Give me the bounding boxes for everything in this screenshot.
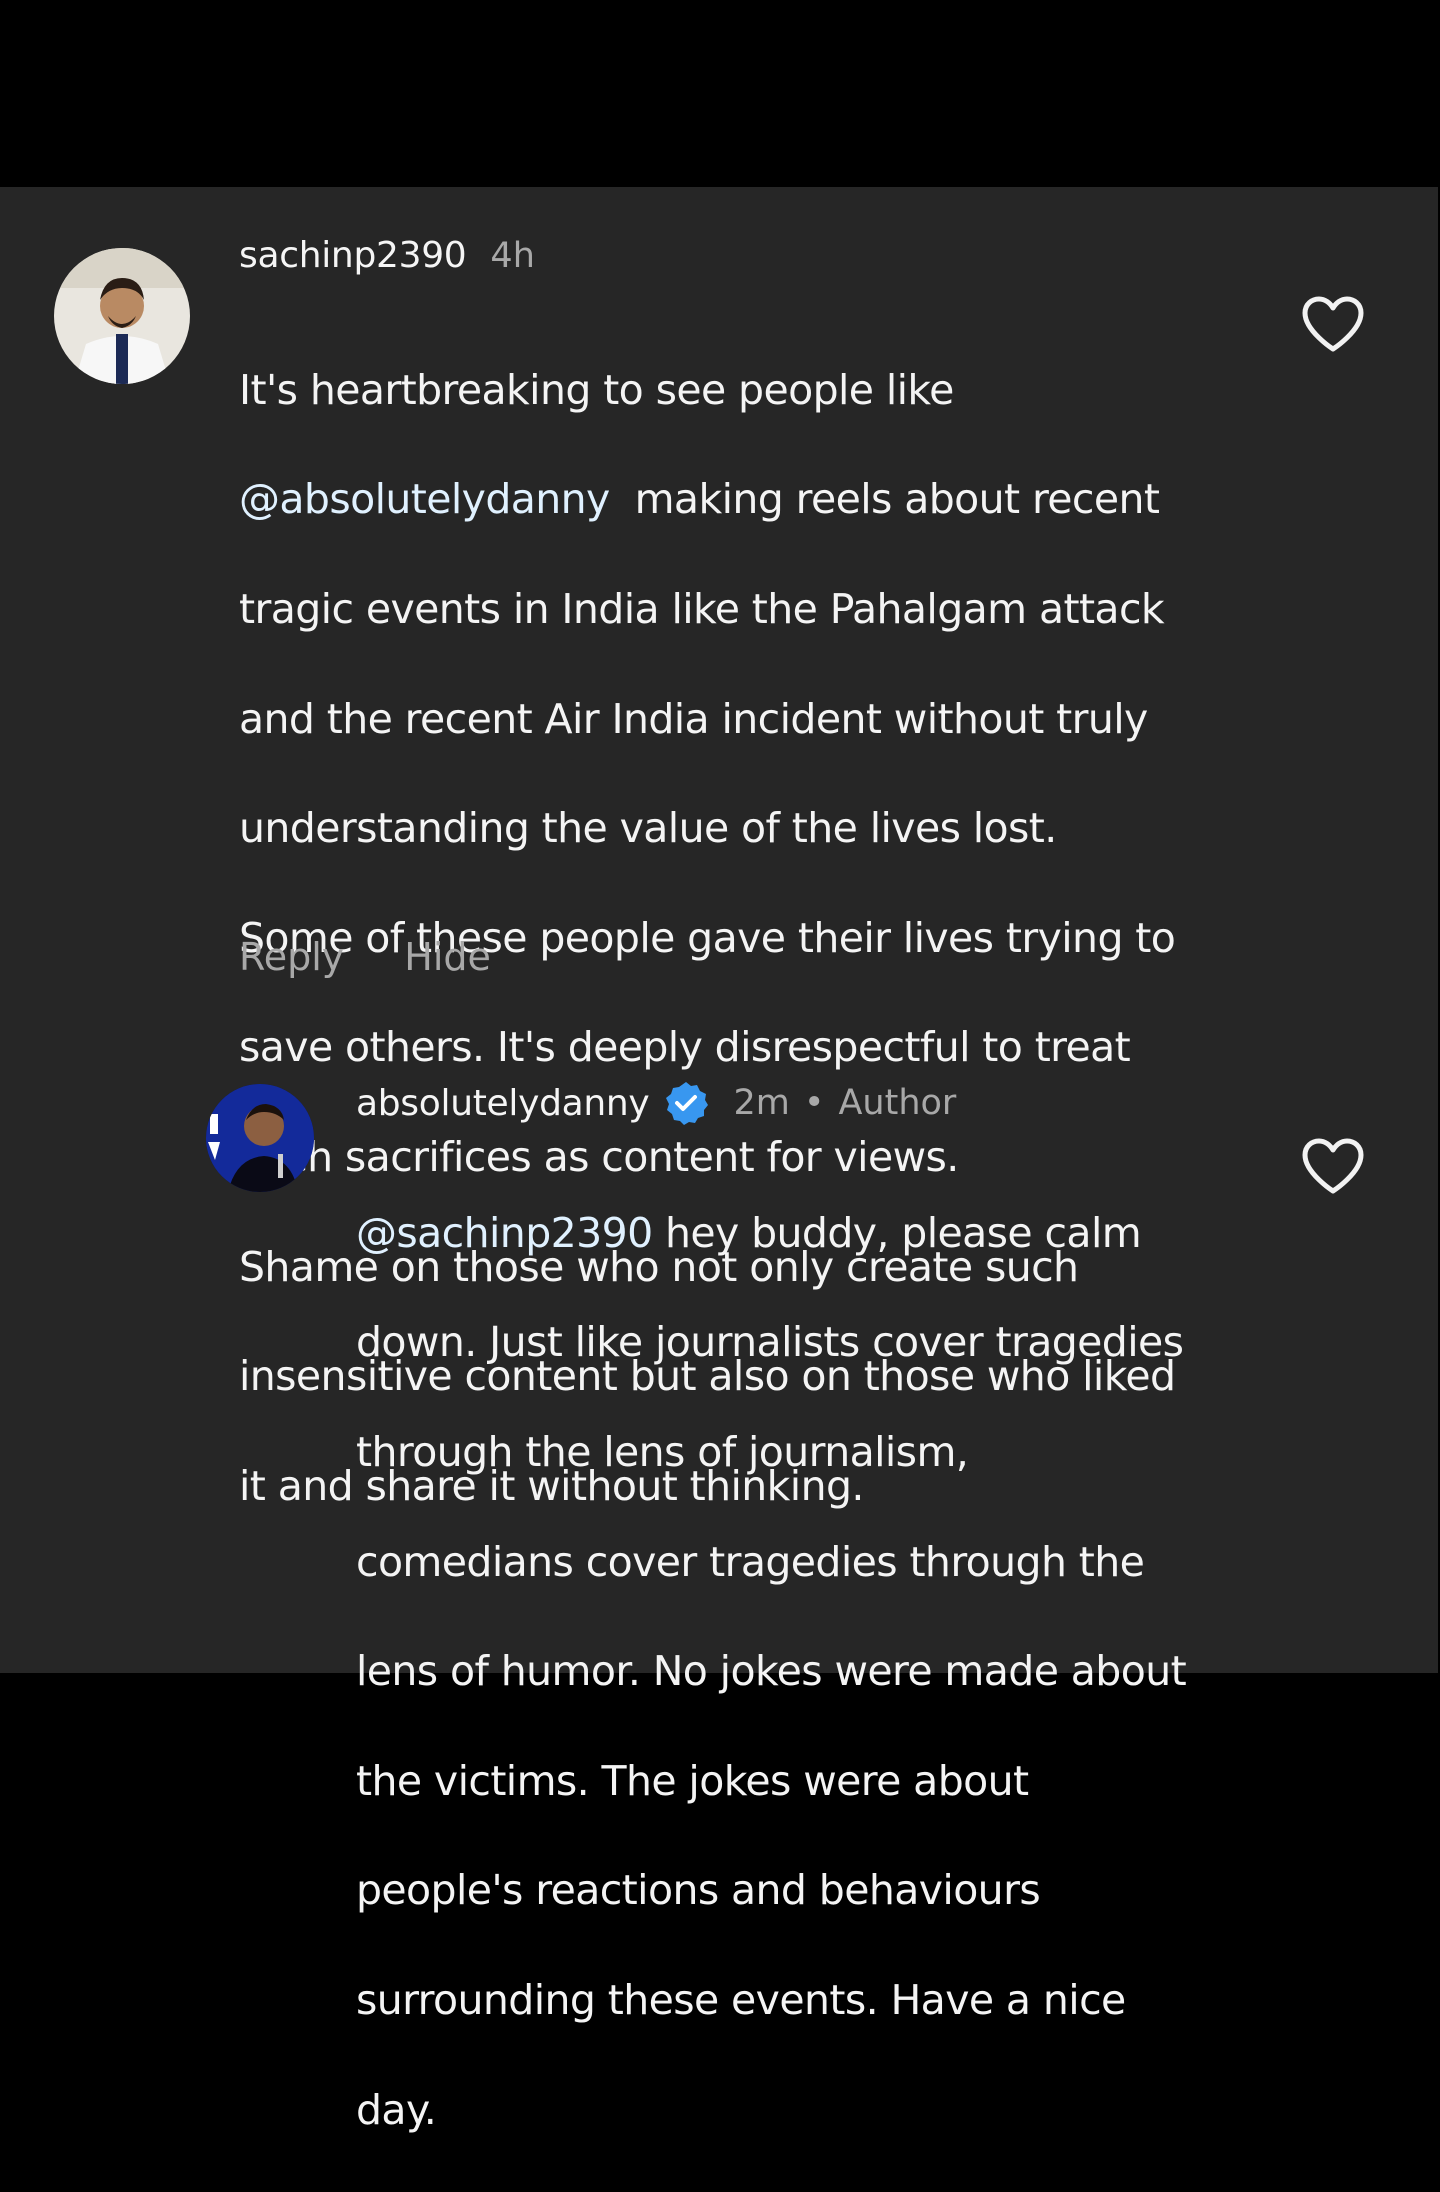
comment-line: people's reactions and behaviours bbox=[356, 1866, 1041, 1915]
comment-line: lens of humor. No jokes were made about bbox=[356, 1647, 1187, 1696]
comment-line: understanding the value of the lives los… bbox=[239, 804, 1057, 853]
avatar-image bbox=[54, 248, 190, 384]
avatar[interactable] bbox=[54, 248, 190, 384]
comment-line: day. bbox=[356, 2085, 437, 2134]
comment-line-rest: hey buddy, please calm bbox=[652, 1208, 1142, 1257]
mention-link[interactable]: @sachinp2390 bbox=[356, 1209, 653, 1257]
comment-line: It's heartbreaking to see people like bbox=[239, 365, 954, 414]
verified-badge-icon bbox=[666, 1082, 709, 1125]
mention-link[interactable]: @absolutelydanny bbox=[239, 475, 610, 523]
comment-line-rest: making reels about recent bbox=[609, 475, 1160, 524]
comment-line: surrounding these events. Have a nice bbox=[356, 1975, 1126, 2024]
comment-line: down. Just like journalists cover traged… bbox=[356, 1318, 1184, 1367]
heart-icon[interactable] bbox=[1301, 295, 1365, 353]
comment-line: tragic events in India like the Pahalgam… bbox=[239, 584, 1165, 633]
comments-panel: sachinp2390 4h It's heartbreaking to see… bbox=[0, 187, 1438, 2134]
comment-line-with-mention: @absolutelydanny making reels about rece… bbox=[239, 472, 1259, 527]
avatar-image bbox=[206, 1084, 314, 1192]
comment-line: the victims. The jokes were about bbox=[356, 1756, 1029, 1805]
comment-username[interactable]: absolutelydanny bbox=[356, 1083, 650, 1124]
comment-line: through the lens of journalism, bbox=[356, 1427, 969, 1476]
heart-icon[interactable] bbox=[1301, 1137, 1365, 1195]
avatar[interactable] bbox=[206, 1084, 314, 1192]
comment-actions: Reply Hide bbox=[239, 935, 491, 979]
comment-line: comedians cover tragedies through the bbox=[356, 1537, 1145, 1586]
comment-timestamp: 2m bbox=[733, 1083, 790, 1123]
comment-line: save others. It's deeply disrespectful t… bbox=[239, 1023, 1131, 1072]
meta-separator: • bbox=[803, 1083, 825, 1123]
comment-timestamp: 4h bbox=[490, 235, 535, 276]
comment-text: @sachinp2390 hey buddy, please calm down… bbox=[356, 1151, 1256, 2192]
reply-button[interactable]: Reply bbox=[239, 935, 344, 979]
comment-username[interactable]: sachinp2390 bbox=[239, 235, 467, 276]
hide-button[interactable]: Hide bbox=[404, 935, 491, 979]
comment-line: and the recent Air India incident withou… bbox=[239, 694, 1148, 743]
author-label: Author bbox=[838, 1083, 957, 1123]
comment-line-with-mention: @sachinp2390 hey buddy, please calm bbox=[356, 1206, 1256, 1261]
